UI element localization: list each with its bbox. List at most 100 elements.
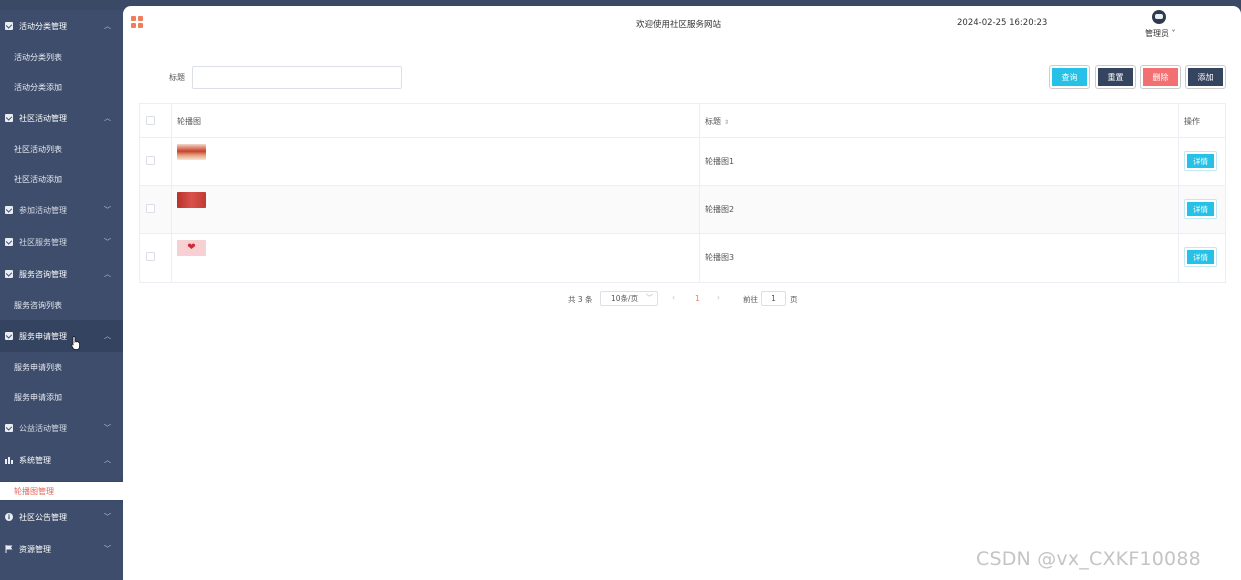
check-square-icon xyxy=(5,424,13,432)
detail-button[interactable]: 详情 xyxy=(1185,152,1216,170)
chevron-up-icon: ︿ xyxy=(104,332,111,340)
search-bar: 标题 查询 重置 删除 添加 xyxy=(123,66,1241,90)
sidebar-item-activity-category-add[interactable]: 活动分类添加 xyxy=(0,72,123,102)
sidebar-menu: 活动分类管理 ︿ 活动分类列表 活动分类添加 社区活动管理 ︿ 社区活动列表 社… xyxy=(0,10,123,481)
chevron-down-icon: ﹀ xyxy=(104,206,111,214)
menu-group-label: 公益活动管理 xyxy=(19,423,67,433)
prev-page-icon[interactable]: ‹ xyxy=(672,293,675,302)
carousel-thumbnail xyxy=(177,144,206,160)
sidebar-item-service-apply-list[interactable]: 服务申请列表 xyxy=(0,352,123,382)
menu-group-community-notice[interactable]: 社区公告管理 ﹀ xyxy=(0,501,123,533)
delete-button[interactable]: 删除 xyxy=(1141,66,1180,88)
chevron-up-icon: ︿ xyxy=(104,456,111,464)
pagination: 共 3 条 10条/页 ﹀ ‹ 1 › 前往 1 页 xyxy=(123,291,1241,307)
menu-group-activity-category[interactable]: 活动分类管理 ︿ xyxy=(0,10,123,42)
menu-group-resource[interactable]: 资源管理 ﹀ xyxy=(0,533,123,565)
title-input[interactable] xyxy=(192,66,402,89)
page-size-select[interactable]: 10条/页 ﹀ xyxy=(600,291,658,306)
carousel-table: 轮播图 标题 ⇕ 操作 轮播图1 详情 轮播图2 详情 ❤ 轮播图3 详情 xyxy=(139,103,1226,283)
header-title-label: 标题 xyxy=(705,117,721,126)
chevron-down-icon: ﹀ xyxy=(646,294,653,302)
menu-group-label: 社区活动管理 xyxy=(19,113,67,123)
sidebar: 活动分类管理 ︿ 活动分类列表 活动分类添加 社区活动管理 ︿ 社区活动列表 社… xyxy=(0,0,123,580)
menu-group-system[interactable]: 系统管理 ︿ xyxy=(0,444,123,476)
header-title[interactable]: 标题 ⇕ xyxy=(700,104,1179,137)
avatar[interactable] xyxy=(1152,10,1166,24)
page-number[interactable]: 1 xyxy=(695,294,700,303)
datetime: 2024-02-25 16:20:23 xyxy=(957,18,1048,28)
row-title: 轮播图2 xyxy=(705,205,735,214)
add-button[interactable]: 添加 xyxy=(1186,66,1225,88)
sort-icon[interactable]: ⇕ xyxy=(724,119,729,126)
chevron-down-icon: ﹀ xyxy=(104,238,111,246)
header-action: 操作 xyxy=(1184,117,1200,126)
header-image: 轮播图 xyxy=(172,104,700,137)
main-panel: 欢迎使用社区服务网站 2024-02-25 16:20:23 管理员 ˅ 标题 … xyxy=(123,6,1241,580)
menu-group-join-activity[interactable]: 参加活动管理 ﹀ xyxy=(0,194,123,226)
sidebar-item-community-activity-add[interactable]: 社区活动添加 xyxy=(0,164,123,194)
sidebar-item-service-consult-list[interactable]: 服务咨询列表 xyxy=(0,290,123,320)
menu-group-label: 社区服务管理 xyxy=(19,237,67,247)
info-icon xyxy=(5,513,13,521)
sidebar-item-activity-category-list[interactable]: 活动分类列表 xyxy=(0,42,123,72)
bar-chart-icon xyxy=(5,456,13,464)
chevron-up-icon: ︿ xyxy=(104,114,111,122)
row-checkbox[interactable] xyxy=(146,252,155,261)
check-square-icon xyxy=(5,22,13,30)
chevron-down-icon: ﹀ xyxy=(104,424,111,432)
menu-group-label: 参加活动管理 xyxy=(19,205,67,215)
chevron-up-icon: ︿ xyxy=(104,270,111,278)
menu-group-label: 资源管理 xyxy=(19,544,51,554)
chevron-down-icon: ﹀ xyxy=(104,545,111,553)
menu-group-label: 活动分类管理 xyxy=(19,21,67,31)
detail-button[interactable]: 详情 xyxy=(1185,248,1216,266)
top-bar: 欢迎使用社区服务网站 2024-02-25 16:20:23 管理员 ˅ xyxy=(123,6,1241,42)
select-all-checkbox[interactable] xyxy=(146,116,155,125)
sidebar-item-service-apply-add[interactable]: 服务申请添加 xyxy=(0,382,123,412)
sidebar-item-community-activity-list[interactable]: 社区活动列表 xyxy=(0,134,123,164)
hand-cursor-icon xyxy=(71,336,80,350)
menu-grid-icon[interactable] xyxy=(131,16,143,28)
check-square-icon xyxy=(5,238,13,246)
menu-group-community-service[interactable]: 社区服务管理 ﹀ xyxy=(0,226,123,258)
next-page-icon[interactable]: › xyxy=(717,293,720,302)
reset-button[interactable]: 重置 xyxy=(1096,66,1135,88)
total-count: 共 3 条 xyxy=(568,295,593,304)
check-square-icon xyxy=(5,332,13,340)
menu-group-community-activity[interactable]: 社区活动管理 ︿ xyxy=(0,102,123,134)
menu-group-service-apply[interactable]: 服务申请管理 ︿ xyxy=(0,320,123,352)
query-button[interactable]: 查询 xyxy=(1050,66,1089,88)
flag-icon xyxy=(5,545,13,553)
menu-group-service-consult[interactable]: 服务咨询管理 ︿ xyxy=(0,258,123,290)
menu-group-label: 社区公告管理 xyxy=(19,512,67,522)
title-label: 标题 xyxy=(169,73,185,82)
menu-group-label: 服务咨询管理 xyxy=(19,269,67,279)
table-row: 轮播图2 详情 xyxy=(140,186,1225,234)
sidebar-menu-bottom: 社区公告管理 ﹀ 资源管理 ﹀ xyxy=(0,501,123,580)
user-menu[interactable]: 管理员 ˅ xyxy=(1145,28,1176,39)
menu-group-charity-activity[interactable]: 公益活动管理 ﹀ xyxy=(0,412,123,444)
row-checkbox[interactable] xyxy=(146,156,155,165)
check-square-icon xyxy=(5,114,13,122)
watermark: CSDN @vx_CXKF10088 xyxy=(976,548,1201,570)
table-header: 轮播图 标题 ⇕ 操作 xyxy=(140,104,1225,138)
page-size-value: 10条/页 xyxy=(611,294,639,303)
table-row: ❤ 轮播图3 详情 xyxy=(140,234,1225,282)
check-square-icon xyxy=(5,270,13,278)
row-title: 轮播图3 xyxy=(705,253,735,262)
page-suffix: 页 xyxy=(790,295,798,304)
row-title: 轮播图1 xyxy=(705,157,735,166)
detail-button[interactable]: 详情 xyxy=(1185,200,1216,218)
menu-group-label: 系统管理 xyxy=(19,455,51,465)
chevron-up-icon: ︿ xyxy=(104,22,111,30)
menu-group-label: 服务申请管理 xyxy=(19,331,67,341)
site-title: 欢迎使用社区服务网站 xyxy=(636,20,722,30)
sidebar-item-carousel[interactable]: 轮播图管理 xyxy=(0,482,123,500)
goto-input[interactable]: 1 xyxy=(761,291,786,306)
chevron-down-icon: ﹀ xyxy=(104,513,111,521)
check-square-icon xyxy=(5,206,13,214)
table-row: 轮播图1 详情 xyxy=(140,138,1225,186)
header-checkbox-cell xyxy=(140,104,172,137)
row-checkbox[interactable] xyxy=(146,204,155,213)
carousel-thumbnail xyxy=(177,192,206,208)
